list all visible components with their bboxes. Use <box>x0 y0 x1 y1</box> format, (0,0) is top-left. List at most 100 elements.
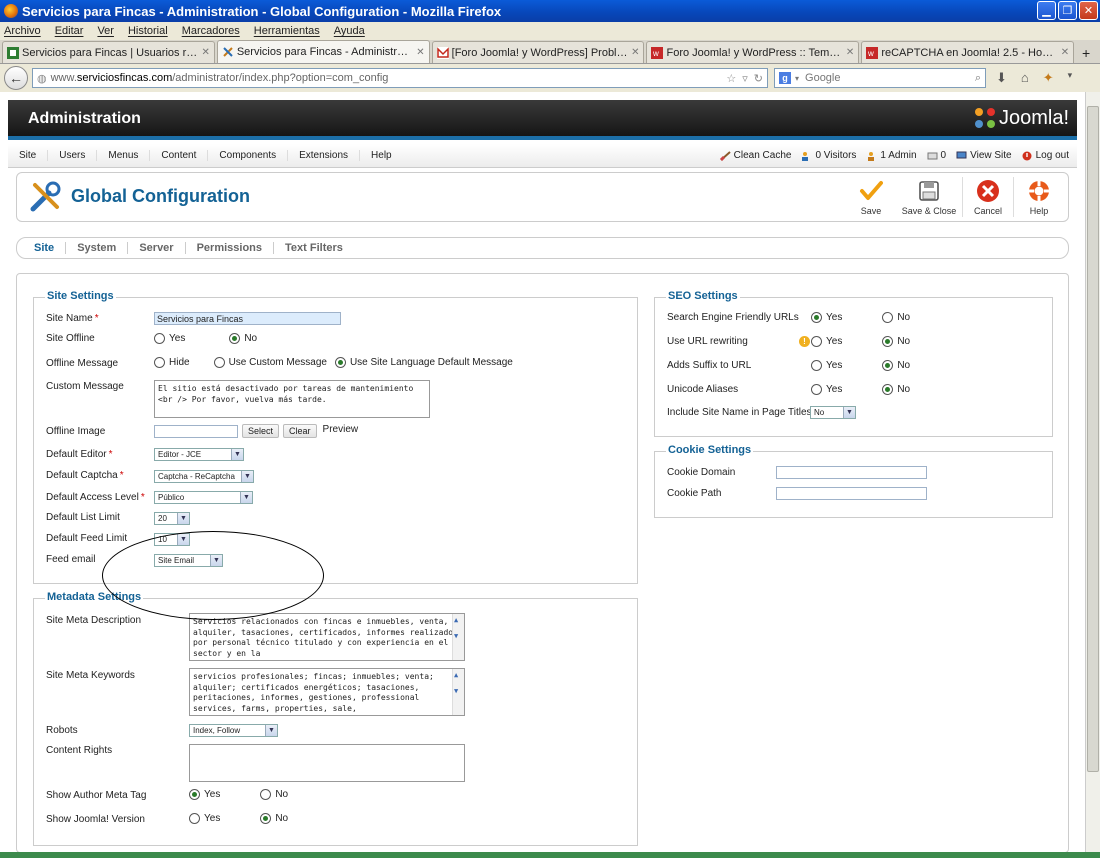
custom-message-textarea[interactable]: El sitio está desactivado por tareas de … <box>154 380 430 418</box>
author-meta-yes-radio[interactable] <box>189 789 200 800</box>
download-icon[interactable]: ⬇ <box>996 70 1007 86</box>
url-bar[interactable]: ◍ www. serviciosfincas.com/administrator/… <box>32 68 768 88</box>
tab-close-icon[interactable]: ✕ <box>846 47 854 58</box>
joomla-version-yes-radio[interactable] <box>189 813 200 824</box>
preview-link[interactable]: Preview <box>323 424 359 435</box>
browser-menubar: Archivo Editar Ver Historial Marcadores … <box>0 22 1100 40</box>
tab-permissions[interactable]: Permissions <box>186 242 275 254</box>
jmenu-help[interactable]: Help <box>360 150 403 161</box>
clean-cache-link[interactable]: Clean Cache <box>719 150 791 161</box>
content-rights-textarea[interactable] <box>189 744 465 782</box>
messages-count[interactable]: 0 <box>927 150 946 161</box>
default-list-limit-select[interactable]: 20 ▼ <box>154 512 190 525</box>
save-button[interactable]: Save <box>846 175 896 219</box>
feed-email-select[interactable]: Site Email ▼ <box>154 554 223 567</box>
joomla-header: Administration Joomla! <box>8 100 1077 140</box>
search-engine-dropdown-icon[interactable]: ▾ <box>795 74 799 83</box>
tab-close-icon[interactable]: ✕ <box>416 47 424 58</box>
menu-marcadores[interactable]: Marcadores <box>182 25 240 37</box>
author-meta-no-radio[interactable] <box>260 789 272 800</box>
browser-statusbar <box>0 852 1100 858</box>
cookie-path-input[interactable] <box>776 487 927 500</box>
joomla-version-no-radio[interactable] <box>260 813 272 824</box>
cookie-settings-fieldset: Cookie Settings Cookie Domain Cookie Pat… <box>654 444 1053 518</box>
browser-tab[interactable]: w reCAPTCHA en Joomla! 2.5 - Hosting Joo… <box>861 41 1075 63</box>
meta-keywords-textarea[interactable]: servicios profesionales; fincas; inmuebl… <box>189 668 465 716</box>
jmenu-users[interactable]: Users <box>48 150 98 161</box>
tab-close-icon[interactable]: ✕ <box>201 47 209 58</box>
addon-icon[interactable]: ✦ <box>1043 70 1054 86</box>
view-site-link[interactable]: View Site <box>956 150 1012 161</box>
menu-herramientas[interactable]: Herramientas <box>254 25 320 37</box>
minimize-button[interactable]: ▁ <box>1037 1 1056 20</box>
select-image-button[interactable]: Select <box>242 424 280 438</box>
jmenu-extensions[interactable]: Extensions <box>288 150 361 161</box>
sitename-in-title-select[interactable]: No ▼ <box>810 406 856 419</box>
page-scrollbar[interactable] <box>1085 92 1100 852</box>
clear-image-button[interactable]: Clear <box>283 424 317 438</box>
jmenu-menus[interactable]: Menus <box>97 150 151 161</box>
tab-system[interactable]: System <box>66 242 129 254</box>
maximize-button[interactable]: ❐ <box>1058 1 1077 20</box>
jmenu-site[interactable]: Site <box>8 150 49 161</box>
tab-text-filters[interactable]: Text Filters <box>274 242 354 254</box>
tab-site[interactable]: Site <box>23 242 67 254</box>
joomla-logo-icon <box>974 108 995 128</box>
default-editor-select[interactable]: Editor - JCE ▼ <box>154 448 244 461</box>
offline-image-input[interactable] <box>154 424 238 438</box>
menu-ayuda[interactable]: Ayuda <box>334 25 365 37</box>
page-viewport: Administration Joomla! Site Users Menus … <box>0 92 1085 852</box>
robots-select[interactable]: Index, Follow ▼ <box>189 724 278 737</box>
tab-close-icon[interactable]: ✕ <box>1061 47 1069 58</box>
offline-msg-custom-radio[interactable] <box>213 357 225 368</box>
metadata-settings-fieldset: Metadata Settings Site Meta Description … <box>33 591 638 846</box>
menu-historial[interactable]: Historial <box>128 25 168 37</box>
cookie-domain-input[interactable] <box>776 466 927 479</box>
home-icon[interactable]: ⌂ <box>1021 70 1029 86</box>
logout-link[interactable]: Log out <box>1022 150 1069 161</box>
default-captcha-select[interactable]: Captcha - ReCaptcha ▼ <box>154 470 254 483</box>
save-close-button[interactable]: Save & Close <box>896 175 962 219</box>
menu-ver[interactable]: Ver <box>97 25 114 37</box>
browser-tab[interactable]: [Foro Joomla! y WordPress] Problemas c..… <box>431 41 645 63</box>
offline-yes-radio[interactable] <box>154 333 165 344</box>
offline-no-radio[interactable] <box>229 333 241 344</box>
jmenu-content[interactable]: Content <box>150 150 209 161</box>
search-input[interactable]: g ▾ Google ⌕ <box>774 68 986 88</box>
menu-archivo[interactable]: Archivo <box>4 25 41 37</box>
menu-editar[interactable]: Editar <box>55 25 84 37</box>
jmenu-components[interactable]: Components <box>208 150 289 161</box>
browser-tab[interactable]: w Foro Joomla! y WordPress :: Tema: Prob… <box>646 41 860 63</box>
help-button[interactable]: Help <box>1014 175 1064 219</box>
close-window-button[interactable]: ✕ <box>1079 1 1098 20</box>
sef-yes-radio[interactable] <box>811 312 822 323</box>
offline-msg-hide-radio[interactable] <box>154 357 165 368</box>
search-icon[interactable]: ⌕ <box>975 72 981 85</box>
site-name-input[interactable]: Servicios para Fincas <box>154 312 341 325</box>
browser-tab-active[interactable]: Servicios para Fincas - Administration -… <box>216 40 430 63</box>
browser-tab[interactable]: Servicios para Fincas | Usuarios registr… <box>2 41 215 63</box>
meta-description-textarea[interactable]: Servicios relacionados con fincas e inmu… <box>189 613 465 661</box>
bookmark-star-icon[interactable]: ☆ <box>726 72 736 85</box>
default-access-select[interactable]: Público ▼ <box>154 491 253 504</box>
unicode-no-radio[interactable] <box>882 384 894 395</box>
back-button[interactable]: ← <box>4 66 28 90</box>
dropdown-icon[interactable]: ▿ <box>742 72 748 85</box>
unicode-yes-radio[interactable] <box>811 384 822 395</box>
checkmark-icon <box>860 181 883 200</box>
menu-dropdown-icon[interactable]: ▾ <box>1068 70 1073 86</box>
joomla-logo: Joomla! <box>973 106 1069 130</box>
tab-server[interactable]: Server <box>128 242 186 254</box>
cancel-button[interactable]: Cancel <box>963 175 1013 219</box>
suffix-no-radio[interactable] <box>882 360 894 371</box>
scrollbar-thumb[interactable] <box>1087 106 1099 772</box>
suffix-yes-radio[interactable] <box>811 360 822 371</box>
tab-close-icon[interactable]: ✕ <box>631 47 639 58</box>
new-tab-button[interactable]: + <box>1076 43 1096 63</box>
url-rewrite-yes-radio[interactable] <box>811 336 822 347</box>
sef-no-radio[interactable] <box>882 312 894 323</box>
default-feed-limit-select[interactable]: 10 ▼ <box>154 533 190 546</box>
url-rewrite-no-radio[interactable] <box>882 336 894 347</box>
offline-msg-default-radio[interactable] <box>334 357 346 368</box>
reload-icon[interactable]: ↻ <box>754 72 763 85</box>
